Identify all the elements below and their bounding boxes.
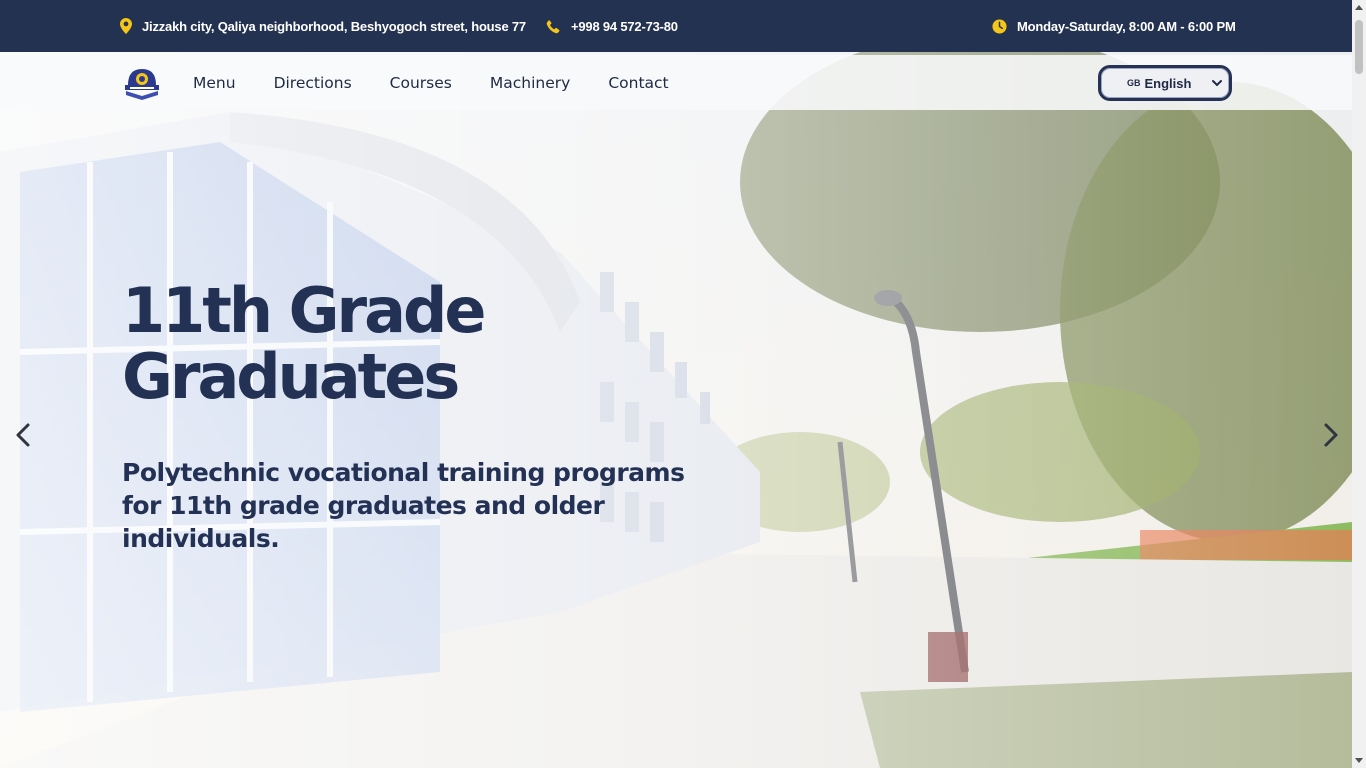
address-item: Jizzakh city, Qaliya neighborhood, Beshy… — [120, 0, 526, 52]
nav-links: Menu Directions Courses Machinery Contac… — [193, 55, 707, 110]
previous-slide-arrow-icon[interactable] — [12, 422, 36, 448]
address-text: Jizzakh city, Qaliya neighborhood, Beshy… — [142, 18, 526, 34]
hero-subtitle: Polytechnic vocational training programs… — [122, 458, 685, 553]
scrollbar-thumb[interactable] — [1355, 20, 1363, 74]
hours-text: Monday-Saturday, 8:00 AM - 6:00 PM — [1017, 18, 1236, 34]
phone-text[interactable]: +998 94 572-73-80 — [571, 19, 678, 34]
college-logo[interactable] — [122, 65, 162, 101]
main-navbar: Menu Directions Courses Machinery Contac… — [0, 55, 1352, 110]
nav-link-contact[interactable]: Contact — [608, 74, 668, 92]
scroll-up-arrow-icon[interactable] — [1355, 4, 1363, 10]
page-scrollbar[interactable] — [1352, 0, 1366, 768]
nav-link-directions[interactable]: Directions — [274, 74, 352, 92]
hero-content: 11th Grade Graduates Polytechnic vocatio… — [122, 278, 722, 555]
language-flag: GB — [1127, 78, 1141, 88]
nav-link-courses[interactable]: Courses — [390, 74, 452, 92]
top-info-bar: Jizzakh city, Qaliya neighborhood, Beshy… — [0, 0, 1352, 52]
hero-title: 11th Grade Graduates — [122, 274, 486, 413]
phone-icon — [546, 19, 560, 33]
phone-item[interactable]: +998 94 572-73-80 — [546, 0, 678, 52]
language-label: English — [1144, 75, 1192, 91]
clock-icon — [992, 18, 1007, 34]
map-pin-icon — [120, 18, 132, 34]
hero-slider: 11th Grade Graduates Polytechnic vocatio… — [0, 52, 1352, 768]
language-select[interactable]: GB English — [1098, 65, 1232, 101]
nav-link-menu[interactable]: Menu — [193, 74, 236, 92]
scroll-down-arrow-icon[interactable] — [1355, 758, 1363, 764]
nav-link-machinery[interactable]: Machinery — [490, 74, 570, 92]
chevron-down-icon — [1212, 80, 1222, 87]
working-hours-item: Monday-Saturday, 8:00 AM - 6:00 PM — [992, 0, 1236, 52]
next-slide-arrow-icon[interactable] — [1318, 422, 1342, 448]
